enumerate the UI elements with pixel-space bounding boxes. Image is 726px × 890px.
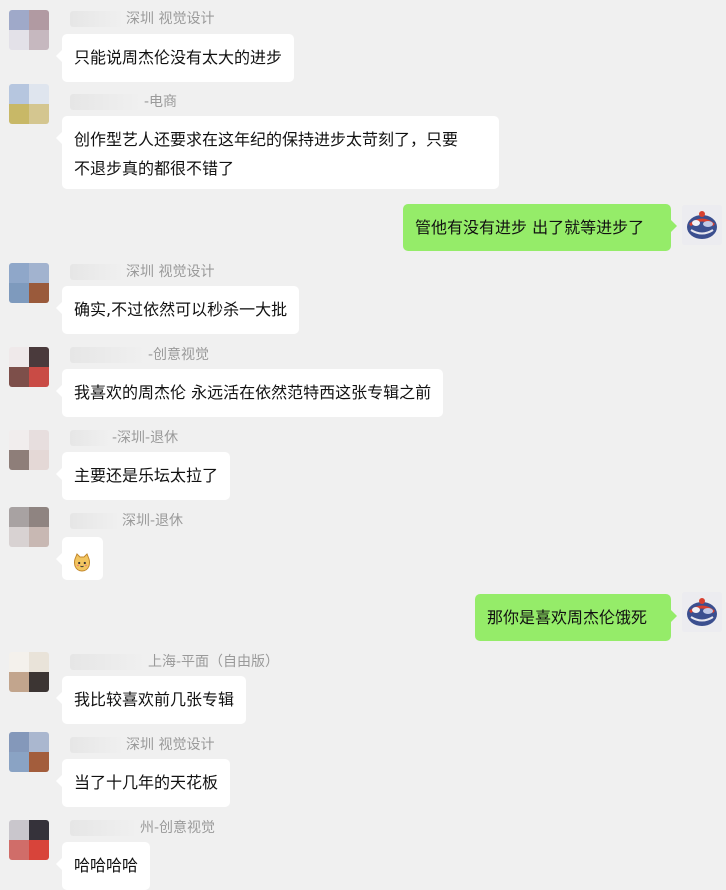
- self-avatar[interactable]: [682, 592, 722, 632]
- message-text: 哈哈哈哈: [74, 856, 139, 875]
- redacted-name: [70, 94, 142, 110]
- message-bubble[interactable]: 我比较喜欢前几张专辑: [55, 676, 247, 724]
- sender-name-text: 深圳-退休: [122, 513, 184, 529]
- sender-name-text: -深圳-退休: [112, 430, 179, 446]
- avatar[interactable]: [9, 263, 49, 303]
- message-text-line: 创作型艺人还要求在这年纪的保持进步太苛刻了，只要: [74, 130, 459, 149]
- message-bubble[interactable]: 当了十几年的天花板: [55, 759, 231, 807]
- sender-name: 上海-平面（自由版）: [70, 653, 279, 671]
- avatar[interactable]: [9, 347, 49, 387]
- message-text: 那你是喜欢周杰伦饿死: [487, 608, 648, 627]
- redacted-name: [70, 430, 110, 446]
- message-text: 当了十几年的天花板: [74, 773, 219, 792]
- message-bubble[interactable]: 只能说周杰伦没有太大的进步: [55, 34, 295, 82]
- message-bubble[interactable]: 哈哈哈哈: [55, 842, 151, 890]
- message-text-line: 不退步真的都很不错了: [74, 159, 235, 178]
- message-bubble[interactable]: [56, 537, 103, 580]
- message-bubble-self[interactable]: 管他有没有进步 出了就等进步了: [403, 204, 677, 251]
- redacted-name: [70, 820, 138, 836]
- avatar[interactable]: [9, 507, 49, 547]
- sender-name-text: -电商: [144, 94, 178, 110]
- redacted-name: [70, 654, 146, 670]
- sender-name-text: -创意视觉: [148, 347, 210, 363]
- sender-name: 深圳 视觉设计: [70, 736, 214, 754]
- message-bubble[interactable]: 创作型艺人还要求在这年纪的保持进步太苛刻了，只要 不退步真的都很不错了: [56, 116, 499, 189]
- globe-avatar-icon: [682, 592, 722, 632]
- sender-name: 州-创意视觉: [70, 819, 215, 837]
- message-text: 管他有没有进步 出了就等进步了: [415, 218, 645, 237]
- redacted-name: [70, 11, 124, 27]
- redacted-name: [70, 513, 120, 529]
- avatar[interactable]: [9, 820, 49, 860]
- message-text: 主要还是乐坛太拉了: [74, 466, 219, 485]
- message-text: 我喜欢的周杰伦 永远活在依然范特西这张专辑之前: [74, 383, 432, 402]
- chat-area: 深圳 视觉设计 只能说周杰伦没有太大的进步 -电商 创作型艺人还要求在这年纪的保…: [0, 0, 726, 890]
- sender-name: -深圳-退休: [70, 429, 178, 447]
- message-bubble-self[interactable]: 那你是喜欢周杰伦饿死: [475, 594, 677, 641]
- redacted-name: [70, 737, 124, 753]
- avatar[interactable]: [9, 10, 49, 50]
- message-bubble[interactable]: 主要还是乐坛太拉了: [55, 452, 231, 500]
- sender-name-text: 深圳 视觉设计: [126, 737, 215, 753]
- redacted-name: [70, 347, 146, 363]
- sender-name-text: 上海-平面（自由版）: [148, 654, 280, 670]
- sender-name: 深圳 视觉设计: [70, 263, 214, 281]
- sender-name-text: 深圳 视觉设计: [126, 11, 215, 27]
- message-text: 确实,不过依然可以秒杀一大批: [74, 300, 288, 319]
- sender-name: 深圳-退休: [70, 512, 183, 530]
- sender-name: -创意视觉: [70, 346, 209, 364]
- avatar[interactable]: [9, 84, 49, 124]
- sender-name: -电商: [70, 93, 177, 111]
- message-bubble[interactable]: 确实,不过依然可以秒杀一大批: [55, 286, 300, 334]
- cat-face-emoji-icon: [74, 552, 90, 572]
- self-avatar[interactable]: [682, 205, 722, 245]
- sender-name-text: 深圳 视觉设计: [126, 264, 215, 280]
- sender-name: 深圳 视觉设计: [70, 10, 214, 28]
- message-text: 我比较喜欢前几张专辑: [74, 690, 235, 709]
- avatar[interactable]: [9, 732, 49, 772]
- globe-avatar-icon: [682, 205, 722, 245]
- redacted-name: [70, 264, 124, 280]
- message-text: 只能说周杰伦没有太大的进步: [74, 48, 283, 67]
- avatar[interactable]: [9, 430, 49, 470]
- sender-name-text: 州-创意视觉: [140, 820, 216, 836]
- message-bubble[interactable]: 我喜欢的周杰伦 永远活在依然范特西这张专辑之前: [55, 369, 444, 417]
- avatar[interactable]: [9, 652, 49, 692]
